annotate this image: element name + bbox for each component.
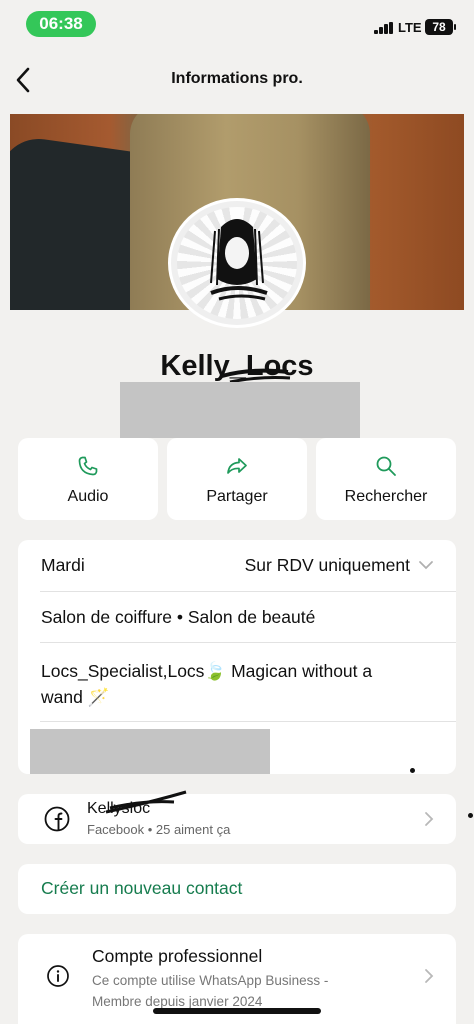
hours-value: Sur RDV uniquement (244, 555, 410, 575)
home-indicator[interactable] (153, 1008, 321, 1014)
business-hours-row[interactable]: Mardi Sur RDV uniquement (18, 540, 456, 592)
description-line-2: wand 🪄 (41, 687, 110, 707)
business-account-title: Compte professionnel (92, 946, 263, 966)
hours-day: Mardi (41, 555, 85, 575)
create-contact-label: Créer un nouveau contact (41, 878, 243, 898)
share-icon (227, 458, 247, 474)
share-label: Partager (206, 488, 268, 505)
description-row: Locs_Specialist,Locs🍃 Magican without a … (18, 643, 456, 722)
business-subtitle-line-1: Ce compte utilise WhatsApp Business - (92, 973, 329, 988)
chevron-right-icon (425, 969, 434, 983)
facebook-link-row[interactable]: Kellysloc Facebook • 25 aiment ça (18, 790, 456, 844)
page-title: Informations pro. (171, 70, 303, 87)
network-label: LTE (398, 20, 422, 35)
business-categories: Salon de coiffure • Salon de beauté (41, 607, 316, 627)
status-time: 06:38 (26, 11, 96, 37)
share-button[interactable]: Partager (167, 438, 307, 520)
nav-bar: Informations pro. (0, 54, 474, 106)
quick-actions: Audio Partager Rechercher (18, 438, 456, 520)
search-icon (376, 456, 396, 476)
dot-mark (468, 813, 473, 818)
dot-mark (410, 768, 415, 773)
facebook-subtitle: Facebook • 25 aiment ça (87, 822, 231, 837)
chevron-down-icon (419, 561, 433, 570)
redaction-scribble (105, 790, 187, 814)
info-icon (47, 965, 69, 987)
signal-icon (374, 22, 394, 34)
redacted-block (30, 729, 270, 774)
category-row: Salon de coiffure • Salon de beauté (18, 592, 456, 643)
battery-icon: 78 (425, 19, 456, 35)
avatar[interactable] (168, 198, 306, 328)
status-bar: 06:38 LTE 78 (0, 0, 474, 46)
description-line-1: Locs_Specialist,Locs🍃 Magican without a (41, 661, 373, 681)
phone-icon (78, 456, 98, 476)
audio-button[interactable]: Audio (18, 438, 158, 520)
create-contact-button[interactable]: Créer un nouveau contact (18, 864, 456, 914)
search-label: Rechercher (344, 488, 428, 505)
audio-label: Audio (67, 488, 109, 505)
redacted-block (120, 382, 360, 438)
search-button[interactable]: Rechercher (316, 438, 456, 520)
logo-illustration (210, 219, 268, 301)
chevron-right-icon (425, 812, 434, 826)
facebook-icon (44, 806, 70, 832)
business-info-card: Mardi Sur RDV uniquement Salon de coiffu… (18, 540, 456, 774)
